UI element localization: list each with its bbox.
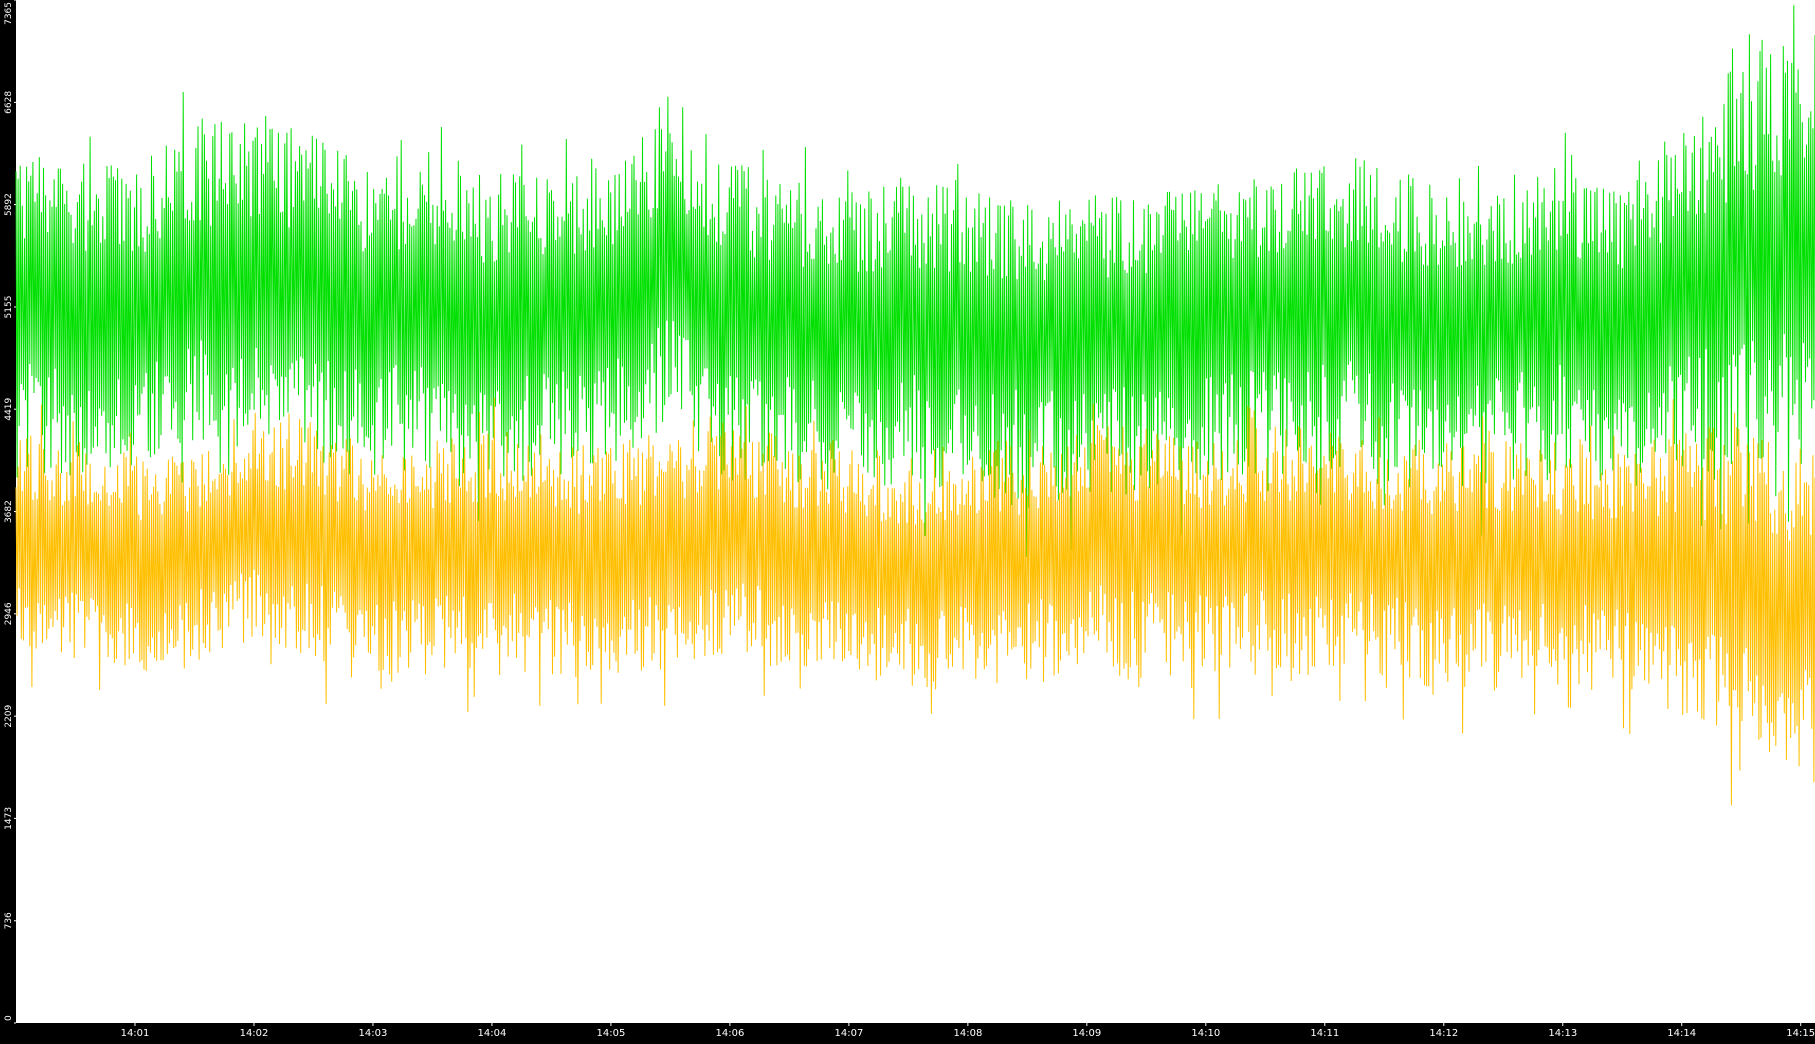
x-tick-label: 14:02 <box>240 1028 269 1039</box>
x-tick-label: 14:14 <box>1667 1028 1696 1039</box>
y-tick-label: 0 <box>4 1015 14 1021</box>
y-tick-label: 7365 <box>4 2 14 25</box>
x-tick-label: 14:12 <box>1429 1028 1458 1039</box>
y-tick-label: 2209 <box>4 704 14 727</box>
y-tick-label: 6628 <box>4 91 14 114</box>
x-tick-label: 14:15 <box>1786 1028 1815 1039</box>
x-tick-label: 14:06 <box>715 1028 744 1039</box>
y-tick-label: 5155 <box>4 296 14 319</box>
x-tick-label: 14:04 <box>477 1028 506 1039</box>
x-axis-bar <box>0 1023 1815 1039</box>
y-tick-label: 3682 <box>4 500 14 523</box>
y-tick-label: 2946 <box>4 602 14 625</box>
x-tick-label: 14:05 <box>596 1028 625 1039</box>
plot-area <box>16 0 1815 1023</box>
x-tick-label: 14:07 <box>834 1028 863 1039</box>
x-tick-label: 14:03 <box>358 1028 387 1039</box>
x-tick-label: 14:09 <box>1072 1028 1101 1039</box>
x-tick-label: 14:10 <box>1191 1028 1220 1039</box>
x-tick-label: 14:01 <box>121 1028 150 1039</box>
y-tick-label: 736 <box>4 912 14 929</box>
timeseries-chart: 0 736 1473 2209 2946 3682 4419 5155 5892 6628 7365… <box>0 0 1815 1039</box>
x-tick-label: 14:11 <box>1310 1028 1339 1039</box>
chart-root: 0 736 1473 2209 2946 3682 4419 5155 5892 6628 7365… <box>0 0 1815 1039</box>
y-tick-label: 1473 <box>4 807 14 830</box>
y-tick-label: 5892 <box>4 193 14 216</box>
x-tick-label: 14:13 <box>1548 1028 1577 1039</box>
y-tick-label: 4419 <box>4 397 14 420</box>
x-tick-label: 14:08 <box>953 1028 982 1039</box>
